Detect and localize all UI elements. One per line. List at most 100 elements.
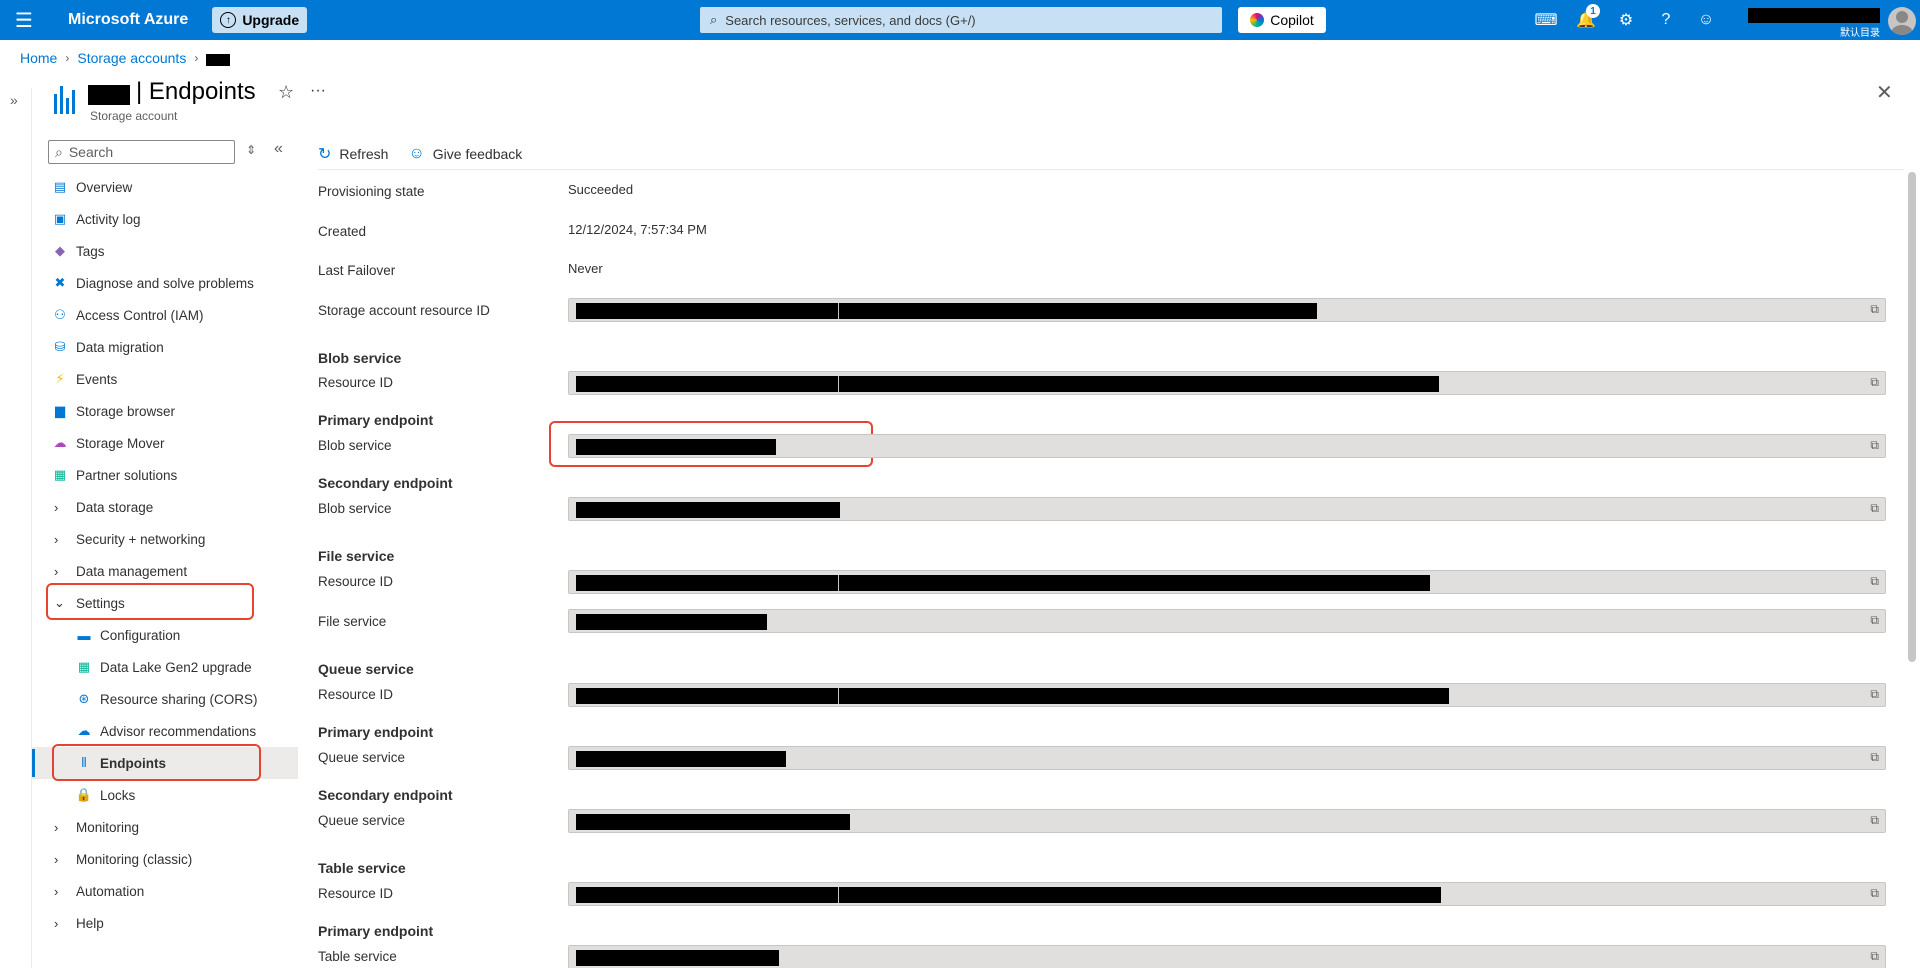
sidebar-item-overview[interactable]: ▤ Overview (32, 171, 298, 203)
sidebar-item-activity-log[interactable]: ▣ Activity log (32, 203, 298, 235)
storage-account-icon (54, 86, 78, 114)
settings-gear-icon[interactable]: ⚙ (1614, 8, 1638, 32)
file-service-endpoint-field[interactable]: ⧉ (568, 609, 1886, 633)
chevron-right-icon: › (54, 915, 59, 931)
sidebar-item-data-migration[interactable]: ⛁ Data migration (32, 331, 298, 363)
brand-label[interactable]: Microsoft Azure (68, 11, 188, 29)
copy-icon[interactable]: ⧉ (1870, 501, 1879, 516)
queue-primary-endpoint-field[interactable]: ⧉ (568, 746, 1886, 770)
chevron-right-icon: › (54, 563, 59, 579)
copy-icon[interactable]: ⧉ (1870, 375, 1879, 390)
redacted-value (576, 887, 1441, 903)
expand-chevrons-icon[interactable]: » (10, 92, 18, 108)
blob-service-heading: Blob service (318, 350, 402, 366)
queue-primary-endpoint-heading: Primary endpoint (318, 724, 434, 740)
queue-resource-id-field[interactable]: ⧉ (568, 683, 1886, 707)
activity-log-icon: ▣ (53, 211, 67, 226)
sidebar-item-cors[interactable]: ⊛ Resource sharing (CORS) (32, 683, 298, 715)
sidebar-item-locks[interactable]: 🔒 Locks (32, 779, 298, 811)
page-subtitle: Storage account (90, 109, 178, 123)
provisioning-state-label: Provisioning state (318, 184, 425, 199)
blob-primary-endpoint-field[interactable]: ⧉ (568, 434, 1886, 458)
sidebar-item-advisor[interactable]: ☁ Advisor recommendations (32, 715, 298, 747)
sidebar-item-endpoints[interactable]: ⦀ Endpoints (32, 747, 298, 779)
sidebar-group-data-management[interactable]: › Data management (32, 555, 298, 587)
cloud-shell-icon[interactable]: ⌨ (1534, 8, 1558, 32)
sidebar-item-storage-browser[interactable]: ▆ Storage browser (32, 395, 298, 427)
breadcrumb: Home › Storage accounts › (20, 50, 231, 66)
copy-icon[interactable]: ⧉ (1870, 949, 1879, 964)
copy-icon[interactable]: ⧉ (1870, 687, 1879, 702)
chevron-right-icon: › (54, 819, 59, 835)
table-service-heading: Table service (318, 860, 406, 876)
sidebar-item-diagnose[interactable]: ✖ Diagnose and solve problems (32, 267, 298, 299)
sidebar-group-automation[interactable]: › Automation (32, 875, 298, 907)
sidebar-item-storage-mover[interactable]: ☁ Storage Mover (32, 427, 298, 459)
menu-search-input[interactable]: ⌕ Search (48, 140, 235, 164)
created-value: 12/12/2024, 7:57:34 PM (568, 222, 707, 237)
redacted-value (576, 814, 850, 830)
blob-primary-endpoint-label: Blob service (318, 438, 392, 453)
sidebar-group-security-networking[interactable]: › Security + networking (32, 523, 298, 555)
copy-icon[interactable]: ⧉ (1870, 613, 1879, 628)
lock-icon: 🔒 (75, 787, 93, 802)
refresh-icon: ↻ (318, 145, 332, 163)
sidebar-item-iam[interactable]: ⚇ Access Control (IAM) (32, 299, 298, 331)
queue-secondary-endpoint-field[interactable]: ⧉ (568, 809, 1886, 833)
copy-icon[interactable]: ⧉ (1870, 438, 1879, 453)
redacted-value (576, 751, 786, 767)
give-feedback-button[interactable]: ☺ Give feedback (408, 145, 522, 163)
copy-icon[interactable]: ⧉ (1870, 302, 1879, 317)
sidebar-item-data-lake-upgrade[interactable]: ▦ Data Lake Gen2 upgrade (32, 651, 298, 683)
global-search-input[interactable]: ⌕ Search resources, services, and docs (… (700, 7, 1222, 33)
sidebar-group-monitoring[interactable]: › Monitoring (32, 811, 298, 843)
breadcrumb-account-redacted[interactable] (206, 54, 231, 66)
copy-icon[interactable]: ⧉ (1870, 750, 1879, 765)
sidebar-item-configuration[interactable]: ▬ Configuration (32, 619, 298, 651)
upgrade-button[interactable]: ↑ Upgrade (212, 7, 308, 33)
notifications-bell-icon[interactable]: 🔔 1 (1574, 4, 1600, 32)
copy-icon[interactable]: ⧉ (1870, 574, 1879, 589)
search-icon: ⌕ (55, 143, 63, 160)
copilot-button[interactable]: Copilot (1238, 7, 1326, 33)
redacted-value (576, 502, 840, 518)
sidebar-group-data-storage[interactable]: › Data storage (32, 491, 298, 523)
file-resource-id-field[interactable]: ⧉ (568, 570, 1886, 594)
account-name-redacted[interactable] (1748, 8, 1880, 23)
sort-icon[interactable]: ⇕ (246, 143, 256, 157)
breadcrumb-home[interactable]: Home (20, 50, 57, 66)
feedback-icon[interactable]: ☺ (1694, 8, 1718, 32)
blob-resource-id-field[interactable]: ⧉ (568, 371, 1886, 395)
sidebar-group-settings[interactable]: ⌄ Settings (32, 587, 298, 619)
wrench-icon: ✖ (54, 275, 66, 290)
copy-icon[interactable]: ⧉ (1870, 886, 1879, 901)
help-icon[interactable]: ? (1654, 8, 1678, 32)
table-resource-id-label: Resource ID (318, 886, 394, 901)
sidebar-group-monitoring-classic[interactable]: › Monitoring (classic) (32, 843, 298, 875)
chevron-right-icon: › (54, 883, 59, 899)
sidebar-item-tags[interactable]: ◆ Tags (32, 235, 298, 267)
content-scrollbar[interactable] (1908, 172, 1916, 662)
collapse-menu-icon[interactable]: « (274, 140, 283, 158)
avatar[interactable] (1888, 7, 1916, 35)
sidebar-item-events[interactable]: ⚡ Events (32, 363, 298, 395)
breadcrumb-storage-accounts[interactable]: Storage accounts (77, 50, 186, 66)
refresh-button[interactable]: ↻ Refresh (318, 144, 388, 164)
storage-resource-id-field[interactable]: ⧉ (568, 298, 1886, 322)
close-icon[interactable]: ✕ (1876, 80, 1893, 105)
lightning-icon: ⚡ (55, 371, 65, 386)
sidebar-group-help[interactable]: › Help (32, 907, 298, 939)
table-primary-endpoint-field[interactable]: ⧉ (568, 945, 1886, 968)
expand-sidebar-strip: » (0, 88, 32, 968)
portal-menu-icon[interactable]: ☰ (0, 0, 48, 40)
copy-icon[interactable]: ⧉ (1870, 813, 1879, 828)
sidebar-item-partner-solutions[interactable]: ▦ Partner solutions (32, 459, 298, 491)
queue-resource-id-label: Resource ID (318, 687, 394, 702)
file-service-endpoint-label: File service (318, 614, 387, 629)
blob-secondary-endpoint-field[interactable]: ⧉ (568, 497, 1886, 521)
more-options-icon[interactable]: ··· (310, 82, 326, 100)
favorite-star-icon[interactable]: ☆ (278, 82, 294, 103)
redacted-value (576, 950, 779, 966)
table-primary-endpoint-heading: Primary endpoint (318, 923, 434, 939)
table-resource-id-field[interactable]: ⧉ (568, 882, 1886, 906)
